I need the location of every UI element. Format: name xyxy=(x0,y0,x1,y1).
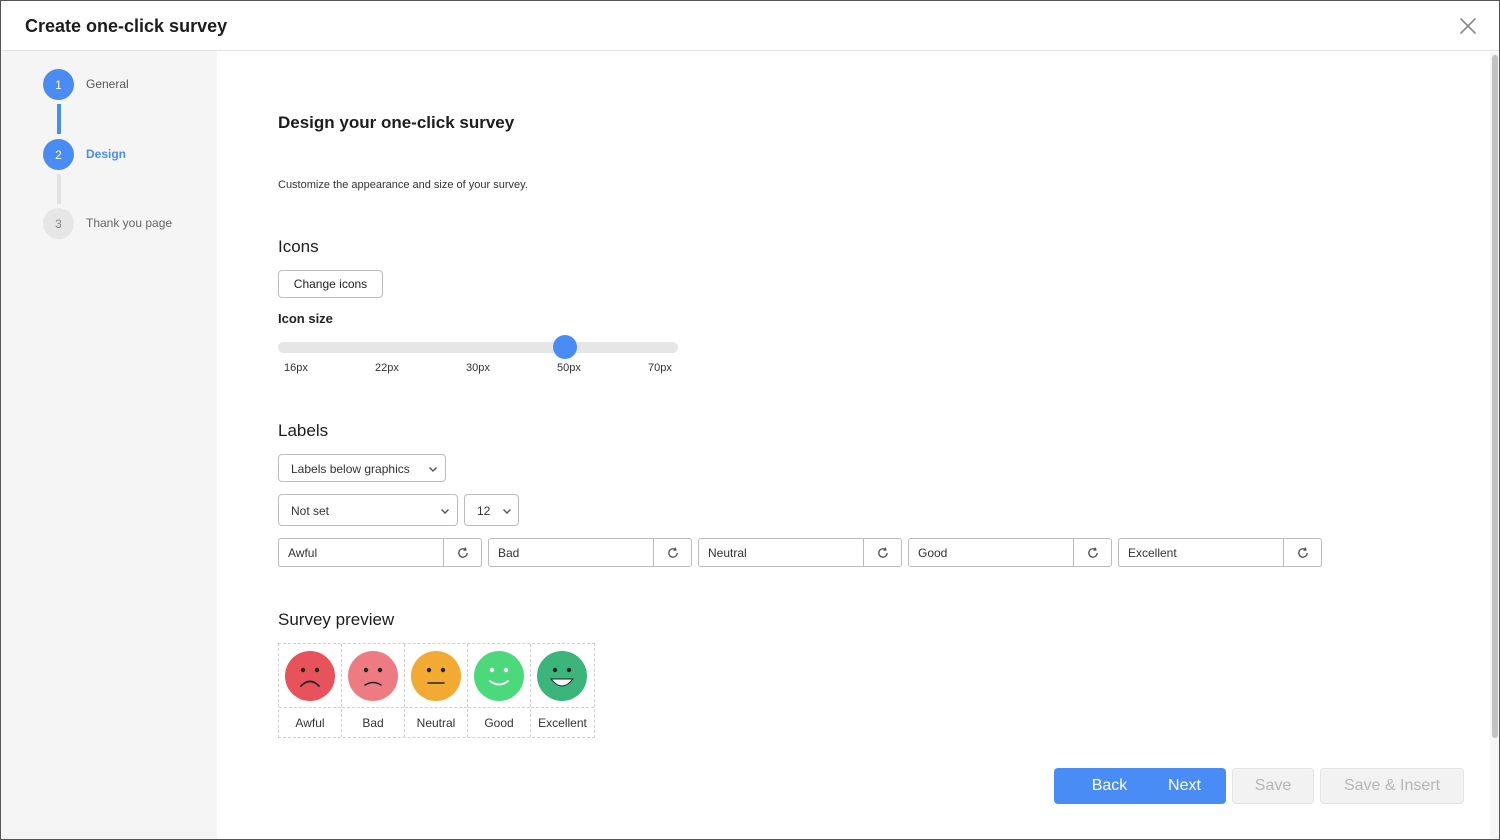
font-family-select[interactable]: Not set xyxy=(278,494,458,526)
reset-icon xyxy=(457,546,468,558)
chevron-down-icon xyxy=(503,509,511,514)
preview-divider xyxy=(531,707,594,708)
step-label: Thank you page xyxy=(86,216,173,230)
step-connector xyxy=(57,174,61,204)
slider-tick-label[interactable]: 70px xyxy=(648,362,672,374)
reset-label-button[interactable] xyxy=(653,539,691,566)
label-text-input[interactable] xyxy=(279,539,443,566)
step-thank-you-page[interactable]: 3 Thank you page xyxy=(43,208,213,240)
vertical-scrollbar[interactable] xyxy=(1490,52,1499,839)
step-connector xyxy=(57,104,61,134)
preview-divider xyxy=(279,707,341,708)
preview-label: Good xyxy=(484,716,514,730)
save-button[interactable]: Save xyxy=(1232,768,1314,804)
font-size-select[interactable]: 12 xyxy=(464,494,519,526)
label-position-value: Labels below graphics xyxy=(291,462,410,476)
slider-tick-label[interactable]: 30px xyxy=(466,362,490,374)
slider-tick-label[interactable]: 22px xyxy=(375,362,399,374)
dialog-title: Create one-click survey xyxy=(25,16,228,36)
scrollbar-thumb[interactable] xyxy=(1492,55,1498,738)
reset-icon xyxy=(1297,546,1308,558)
reset-label-button[interactable] xyxy=(1283,539,1321,566)
create-survey-dialog: Create one-click survey 1 General 2 Desi… xyxy=(0,0,1500,840)
page-description: Customize the appearance and size of you… xyxy=(278,179,528,191)
reset-label-button[interactable] xyxy=(443,539,481,566)
very-sad-face-icon xyxy=(285,651,335,701)
change-icons-button[interactable]: Change icons xyxy=(278,270,383,298)
label-field-excellent xyxy=(1118,538,1322,567)
wizard-steps-sidebar: 1 General 2 Design 3 Thank you page xyxy=(1,51,217,839)
neutral-face-icon xyxy=(411,651,461,701)
sad-face-icon xyxy=(348,651,398,701)
labels-heading: Labels xyxy=(278,421,329,440)
preview-option-neutral[interactable]: Neutral xyxy=(405,644,468,737)
happy-face-icon xyxy=(474,651,524,701)
preview-option-awful[interactable]: Awful xyxy=(279,644,342,737)
close-button[interactable] xyxy=(1456,14,1480,38)
icon-size-slider-handle[interactable] xyxy=(553,335,577,359)
label-text-input[interactable] xyxy=(1119,539,1283,566)
chevron-down-icon xyxy=(429,467,437,472)
preview-divider xyxy=(405,707,467,708)
reset-icon xyxy=(1087,546,1098,558)
label-text-input[interactable] xyxy=(489,539,653,566)
reset-icon xyxy=(877,546,888,558)
survey-preview: Awful Bad Neutral Good Excellent xyxy=(278,643,595,738)
step-number: 3 xyxy=(43,208,74,239)
preview-label: Neutral xyxy=(416,716,456,730)
slider-tick-label[interactable]: 16px xyxy=(284,362,308,374)
icon-size-slider-track[interactable] xyxy=(278,342,678,353)
close-icon xyxy=(1460,18,1476,34)
preview-label: Excellent xyxy=(538,716,587,730)
chevron-down-icon xyxy=(441,509,449,514)
step-number: 1 xyxy=(43,69,74,100)
dialog-header: Create one-click survey xyxy=(1,1,1499,51)
slider-tick-label[interactable]: 50px xyxy=(557,362,581,374)
save-and-insert-button[interactable]: Save & Insert xyxy=(1320,768,1464,804)
step-general[interactable]: 1 General xyxy=(43,69,213,101)
preview-label: Bad xyxy=(362,716,384,730)
preview-divider xyxy=(342,707,404,708)
step-number: 2 xyxy=(43,139,74,170)
preview-option-good[interactable]: Good xyxy=(468,644,531,737)
label-field-good xyxy=(908,538,1112,567)
reset-icon xyxy=(667,546,678,558)
survey-preview-heading: Survey preview xyxy=(278,610,395,629)
icons-heading: Icons xyxy=(278,237,319,256)
label-position-select[interactable]: Labels below graphics xyxy=(278,454,446,482)
reset-label-button[interactable] xyxy=(1073,539,1111,566)
font-size-value: 12 xyxy=(477,504,491,518)
label-text-input[interactable] xyxy=(699,539,863,566)
preview-option-bad[interactable]: Bad xyxy=(342,644,405,737)
label-field-awful xyxy=(278,538,482,567)
step-label: Design xyxy=(86,147,127,161)
preview-option-excellent[interactable]: Excellent xyxy=(531,644,594,737)
design-panel: Design your one-click survey Customize t… xyxy=(217,51,1489,839)
icon-size-label: Icon size xyxy=(278,311,333,326)
next-button[interactable]: Next xyxy=(1143,768,1226,804)
very-happy-face-icon xyxy=(537,651,587,701)
preview-divider xyxy=(468,707,530,708)
label-field-bad xyxy=(488,538,692,567)
preview-label: Awful xyxy=(295,716,325,730)
step-design[interactable]: 2 Design xyxy=(43,139,213,171)
font-family-value: Not set xyxy=(291,504,330,518)
label-text-input[interactable] xyxy=(909,539,1073,566)
page-title: Design your one-click survey xyxy=(278,113,515,132)
reset-label-button[interactable] xyxy=(863,539,901,566)
step-label: General xyxy=(86,77,129,91)
label-field-neutral xyxy=(698,538,902,567)
